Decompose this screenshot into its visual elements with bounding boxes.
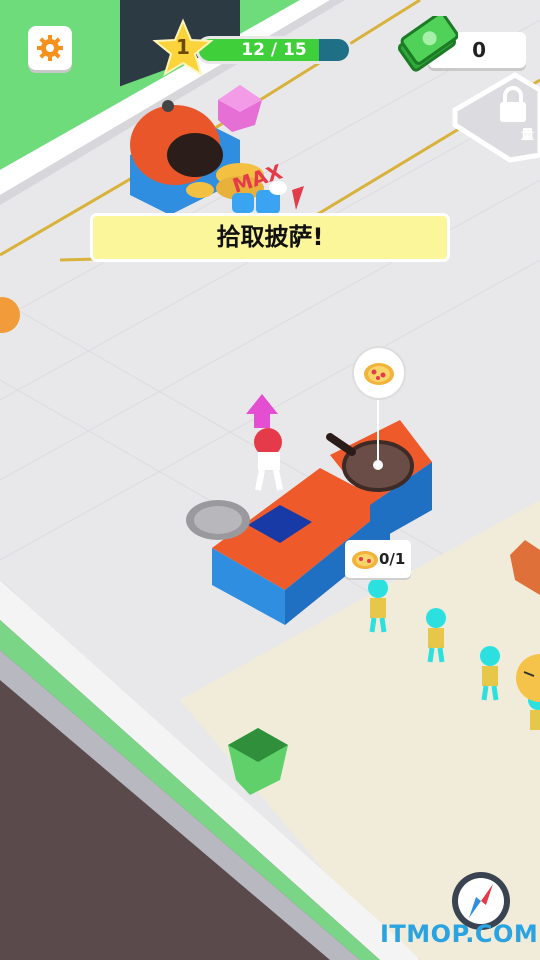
cash-icon	[396, 11, 459, 74]
settings-button[interactable]	[28, 26, 72, 70]
level-badge: 1	[152, 18, 214, 80]
locked-zone-label: 量	[521, 128, 535, 143]
game-scene[interactable]: MAX	[0, 0, 540, 960]
pizza-icon	[364, 363, 394, 385]
task-banner: 拾取披萨!	[90, 213, 450, 262]
customer-order-bubble: 0/1	[345, 540, 411, 578]
level-number: 1	[176, 35, 190, 59]
pizza-icon	[352, 551, 378, 569]
xp-text: 12 / 15	[241, 40, 307, 60]
watermark: ITMOP.COM	[380, 920, 539, 948]
xp-progress-bar: 12 / 15	[196, 36, 352, 64]
gear-icon	[37, 35, 63, 61]
pan-pizza-bubble	[352, 346, 406, 400]
cash-amount: 0	[472, 38, 486, 62]
order-count: 0/1	[379, 550, 406, 568]
